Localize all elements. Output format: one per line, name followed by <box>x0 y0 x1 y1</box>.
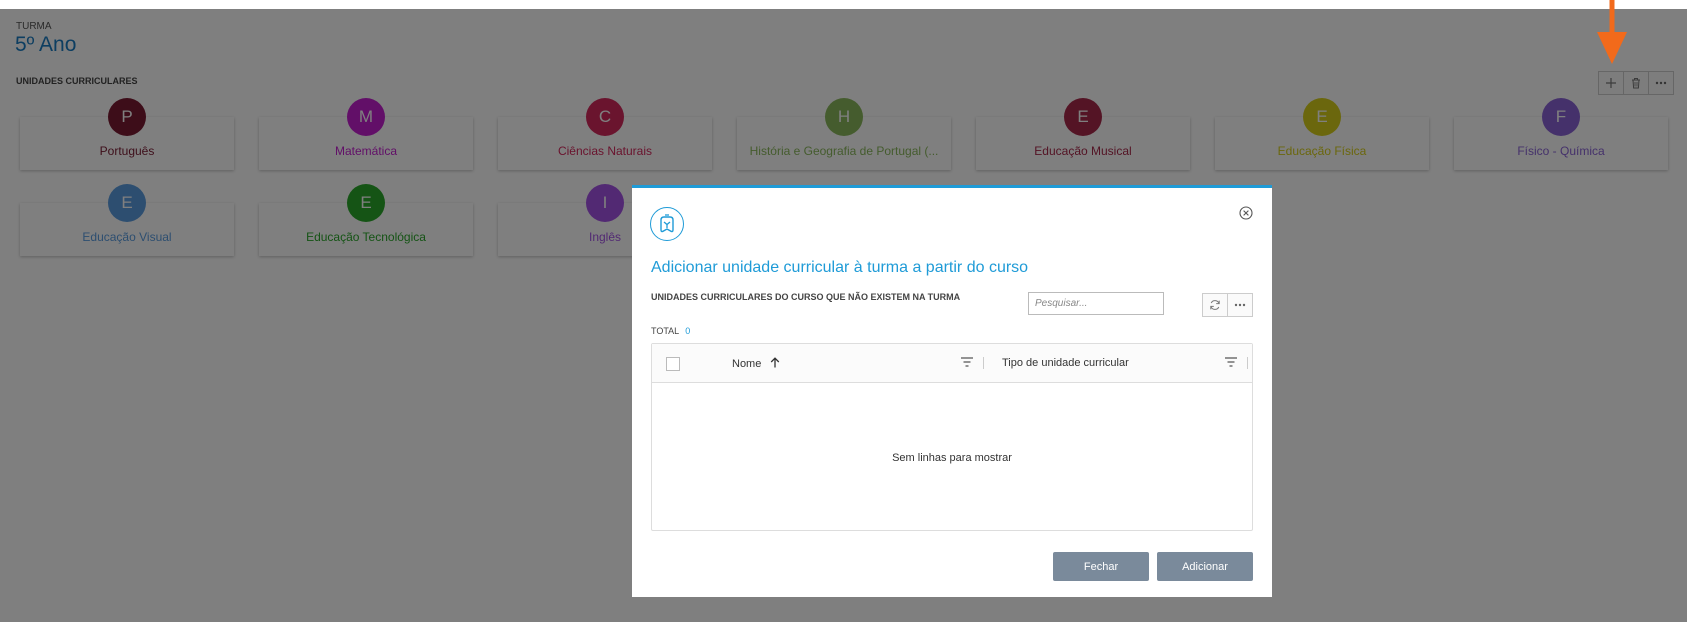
empty-message: Sem linhas para mostrar <box>892 452 1012 464</box>
units-table: Nome Tipo de unidade curricular Sem linh… <box>651 343 1253 531</box>
column-resize-handle[interactable] <box>983 357 984 369</box>
arrow-up-icon <box>771 357 780 368</box>
total-count: TOTAL 0 <box>651 326 690 336</box>
filter-icon[interactable] <box>960 356 974 368</box>
filter-icon[interactable] <box>1224 356 1238 368</box>
column-header-tipo[interactable]: Tipo de unidade curricular <box>1002 357 1129 369</box>
close-button[interactable]: Fechar <box>1053 552 1149 581</box>
column-label-nome: Nome <box>732 358 762 370</box>
column-resize-handle[interactable] <box>1247 357 1248 369</box>
book-icon <box>650 207 684 241</box>
dialog-subtitle: UNIDADES CURRICULARES DO CURSO QUE NÃO E… <box>651 292 961 302</box>
select-all-checkbox[interactable] <box>666 357 680 371</box>
dialog-title: Adicionar unidade curricular à turma a p… <box>651 259 1029 276</box>
top-bar <box>0 0 1687 9</box>
refresh-icon <box>1210 300 1220 310</box>
search-input[interactable] <box>1028 292 1164 315</box>
total-value: 0 <box>685 326 691 336</box>
total-label: TOTAL <box>651 326 680 336</box>
arrow-down-icon <box>1597 0 1627 64</box>
dialog-more-button[interactable] <box>1227 293 1253 317</box>
dialog-toolbar <box>1202 293 1253 317</box>
refresh-button[interactable] <box>1202 293 1228 317</box>
add-unit-button[interactable]: Adicionar <box>1157 552 1253 581</box>
column-header-nome[interactable]: Nome <box>732 357 780 370</box>
table-header: Nome Tipo de unidade curricular <box>652 344 1252 383</box>
ellipsis-icon <box>1234 303 1246 307</box>
close-icon[interactable] <box>1239 206 1253 220</box>
add-unit-dialog: Adicionar unidade curricular à turma a p… <box>632 185 1272 597</box>
